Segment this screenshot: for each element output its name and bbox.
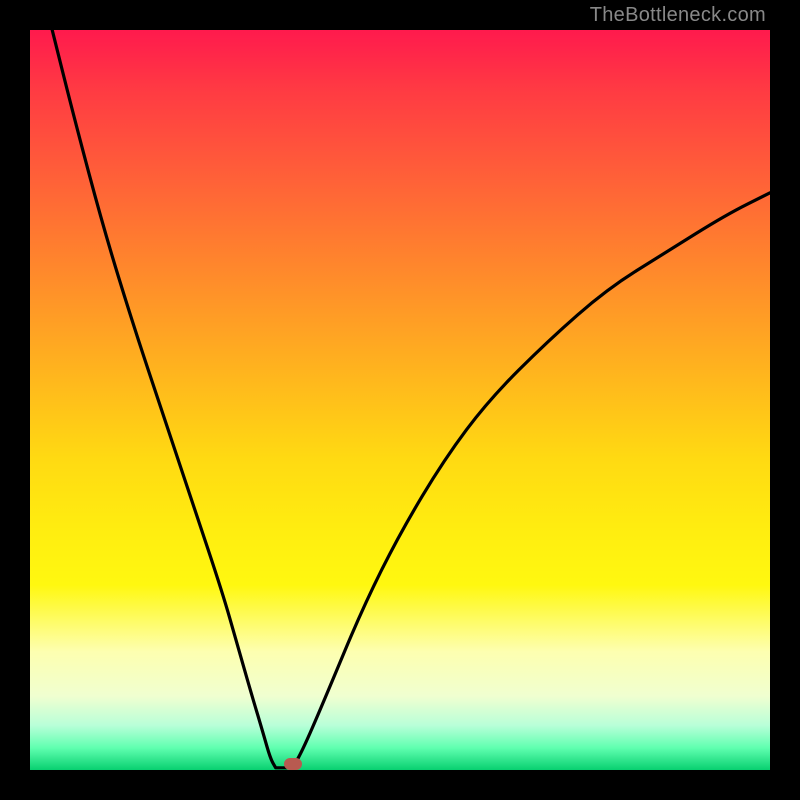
optimal-point-marker: [284, 758, 302, 770]
watermark-text: TheBottleneck.com: [590, 4, 766, 27]
plot-area: [30, 30, 770, 770]
bottleneck-curve: [52, 30, 770, 768]
curve-svg: [30, 30, 770, 770]
chart-container: TheBottleneck.com: [0, 0, 800, 800]
